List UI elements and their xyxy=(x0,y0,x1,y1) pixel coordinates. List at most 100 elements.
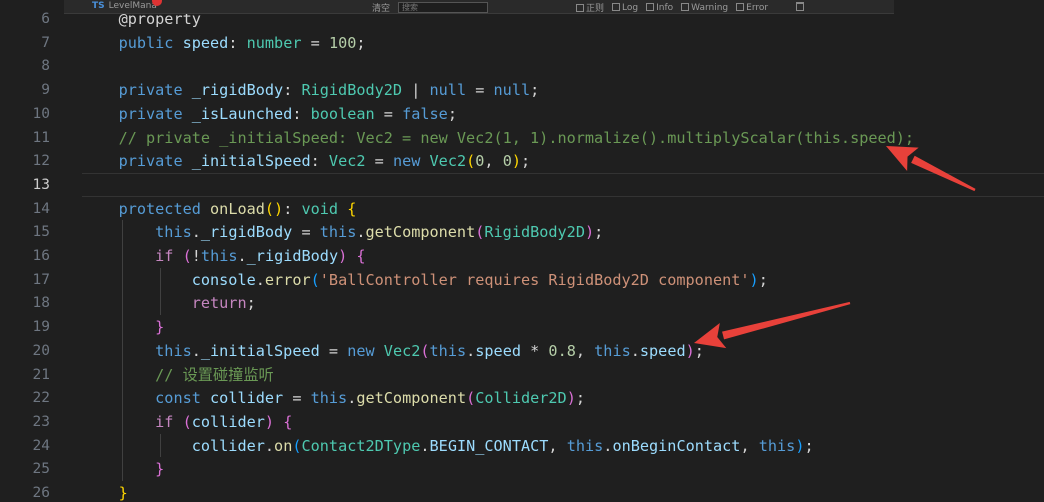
code-editor[interactable]: 6 7 8 9 10 11 12 13 14 15 16 17 18 19 20 21 22 23 24 25 26 @… xyxy=(0,0,1044,502)
code-line[interactable]: protected onLoad(): void { xyxy=(82,197,1044,221)
filter-label: Error xyxy=(746,2,769,13)
code-token: Vec2 xyxy=(429,152,467,171)
code-token: RigidBody2D xyxy=(484,223,585,242)
code-line[interactable]: collider.on(Contact2DType.BEGIN_CONTACT,… xyxy=(82,434,1044,458)
code-token: . xyxy=(191,341,201,360)
code-token: ( xyxy=(310,270,320,289)
code-line[interactable]: this._rigidBody = this.getComponent(Rigi… xyxy=(82,220,1044,244)
code-token: Contact2DType xyxy=(301,436,421,455)
code-line[interactable] xyxy=(82,172,1044,197)
code-token: ( xyxy=(182,412,192,431)
code-line[interactable]: // 设置碰撞监听 xyxy=(82,363,1044,387)
code-token: ) xyxy=(584,223,595,242)
code-line[interactable]: private _initialSpeed: Vec2 = new Vec2(0… xyxy=(82,149,1044,173)
code-token: collider xyxy=(191,412,265,431)
code-token: = xyxy=(466,81,494,100)
code-token: , xyxy=(548,436,567,455)
code-line[interactable]: return; xyxy=(82,291,1044,315)
code-token: speed xyxy=(475,341,521,360)
code-token: Vec2 xyxy=(328,152,366,171)
code-line[interactable]: public speed: number = 100; xyxy=(82,31,1044,55)
line-number: 24 xyxy=(32,437,50,454)
line-number: 16 xyxy=(32,248,50,264)
code-token: onBeginContact xyxy=(612,436,741,455)
code-token: this xyxy=(594,341,631,360)
typescript-file-icon: TS xyxy=(92,1,105,11)
code-token: onLoad xyxy=(210,199,265,218)
code-token: speed xyxy=(639,341,686,360)
code-line[interactable]: private _rigidBody: RigidBody2D | null =… xyxy=(82,78,1044,102)
code-token: . xyxy=(630,341,640,360)
line-number: 19 xyxy=(32,319,50,336)
line-number: 14 xyxy=(32,200,50,217)
code-token: . xyxy=(347,389,357,408)
code-line[interactable]: } xyxy=(82,315,1044,339)
filter-3[interactable]: Warning xyxy=(681,2,728,13)
trash-icon[interactable] xyxy=(796,2,804,11)
line-number: 17 xyxy=(32,271,50,288)
code-token: number xyxy=(246,33,302,52)
code-line[interactable]: private _isLaunched: boolean = false; xyxy=(82,102,1044,126)
filter-2[interactable]: Info xyxy=(646,2,673,13)
line-number: 10 xyxy=(32,105,50,122)
code-token: ) xyxy=(338,247,348,265)
clear-button[interactable]: 清空 xyxy=(372,1,390,13)
checkbox-icon[interactable] xyxy=(612,2,621,11)
code-token: this xyxy=(155,341,192,360)
code-line[interactable]: } xyxy=(82,457,1044,481)
checkbox-icon[interactable] xyxy=(576,4,584,12)
search-input[interactable]: 搜索 xyxy=(398,2,489,13)
checkbox-icon[interactable] xyxy=(681,2,690,11)
code-token: collider xyxy=(191,436,265,455)
code-token: ) xyxy=(749,270,759,289)
code-token: : xyxy=(283,199,302,218)
code-token: // 设置碰撞监听 xyxy=(155,365,274,384)
line-number: 6 xyxy=(41,11,50,27)
line-number: 11 xyxy=(32,129,50,146)
filter-0[interactable]: 正则 xyxy=(576,1,604,13)
code-token: private xyxy=(118,152,183,171)
code-token: } xyxy=(118,484,128,502)
code-token: if xyxy=(155,412,174,431)
code-line[interactable]: console.error('BallController requires R… xyxy=(82,268,1044,292)
code-token: _rigidBody xyxy=(191,81,284,100)
code-token: ; xyxy=(758,270,768,289)
code-line[interactable] xyxy=(82,54,1044,78)
code-area[interactable]: @property public speed: number = 100; pr… xyxy=(82,0,1044,502)
code-token: null xyxy=(429,81,467,100)
code-token: boolean xyxy=(310,104,375,123)
code-line[interactable]: } xyxy=(82,481,1044,502)
code-token: ) xyxy=(511,152,522,171)
filter-4[interactable]: Error xyxy=(736,2,769,13)
code-token: { xyxy=(347,199,357,218)
code-token: new xyxy=(347,341,375,360)
code-token: _rigidBody xyxy=(246,247,339,265)
code-line[interactable]: // private _initialSpeed: Vec2 = new Vec… xyxy=(82,126,1044,150)
line-number: 22 xyxy=(32,390,50,407)
code-line[interactable]: this._initialSpeed = new Vec2(this.speed… xyxy=(82,339,1044,363)
code-token: . xyxy=(356,223,366,242)
code-token: ( xyxy=(182,247,192,265)
code-line[interactable]: if (!this._rigidBody) { xyxy=(82,244,1044,268)
checkbox-icon[interactable] xyxy=(736,2,745,11)
code-line[interactable]: const collider = this.getComponent(Colli… xyxy=(82,386,1044,410)
code-line[interactable]: if (collider) { xyxy=(82,410,1044,434)
code-token: return xyxy=(191,294,247,313)
checkbox-icon[interactable] xyxy=(646,2,655,11)
editor-tab[interactable]: TS LevelMana xyxy=(92,1,157,11)
filter-1[interactable]: Log xyxy=(612,2,638,13)
code-token: , xyxy=(484,152,503,171)
